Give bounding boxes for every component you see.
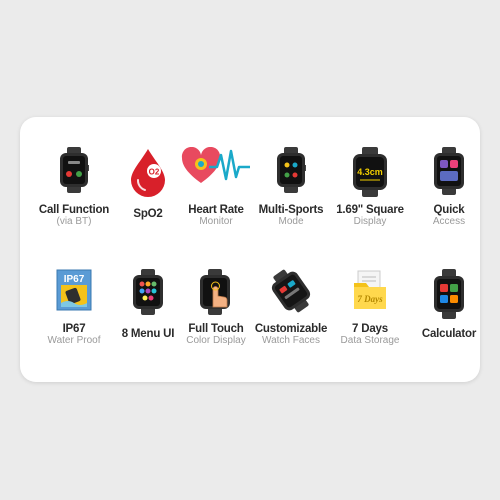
spo2-icon-text: O2	[149, 168, 160, 177]
smartwatch-sports-icon	[276, 147, 306, 193]
ip67-badge-text: IP67	[64, 274, 85, 285]
display-size-text: 4.3cm	[357, 167, 383, 177]
blood-oxygen-drop-icon: O2	[129, 147, 167, 197]
smartwatch-menu-icon	[132, 269, 164, 315]
folder-storage-icon: 7 Days	[352, 269, 388, 311]
ip67-badge-icon: IP67	[56, 269, 92, 311]
smartwatch-call-icon	[59, 147, 89, 193]
smartwatch-faces-icon	[271, 269, 311, 313]
smartwatch-calculator-icon	[433, 269, 465, 319]
storage-icon-text: 7 Days	[357, 294, 383, 304]
feature-sublabel: Watch Faces	[262, 335, 320, 346]
smartwatch-display-icon: 4.3cm	[352, 147, 388, 197]
features-card: Call Function (via BT) O2 SpO2 Heart Rat…	[20, 117, 480, 382]
heart-pulse-icon	[181, 147, 251, 187]
feature-sublabel: Mode	[278, 216, 304, 227]
feature-sublabel: Data Storage	[340, 335, 400, 346]
feature-label: Calculator	[421, 328, 477, 340]
smartwatch-touch-icon	[199, 269, 233, 315]
smartwatch-quick-access-icon	[433, 147, 465, 195]
feature-sublabel: Access	[432, 216, 466, 227]
feature-sublabel: Display	[353, 216, 387, 227]
